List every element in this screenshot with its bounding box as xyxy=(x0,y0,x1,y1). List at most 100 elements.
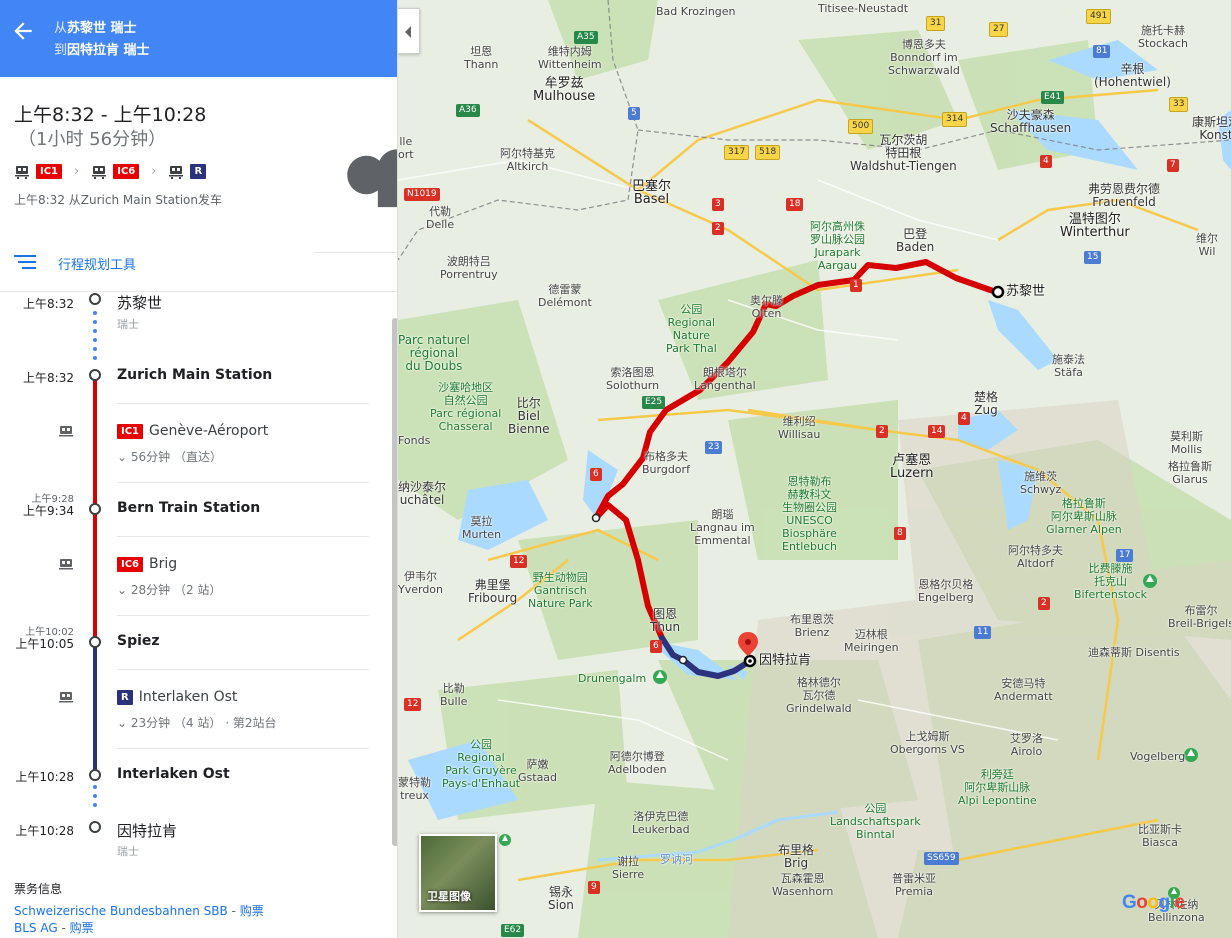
satellite-toggle[interactable]: 卫星图像 xyxy=(419,834,497,912)
walk-dots xyxy=(93,311,97,365)
map-place-label: 博恩多夫 Bonndorf im Schwarzwald xyxy=(888,38,960,77)
trip-time-range: 上午8:32 - 上午10:28 xyxy=(14,104,207,126)
leg-platform: · 第2站台 xyxy=(225,716,277,730)
map-place-label: 布雷尔 Breil-Brigels xyxy=(1168,604,1231,630)
print-icon[interactable] xyxy=(351,98,398,253)
agency-link[interactable]: Schweizerische Bundesbahnen SBB xyxy=(14,904,228,918)
road-shield: 31 xyxy=(926,16,946,31)
road-shield: 518 xyxy=(755,145,781,160)
map-park-label: 比费滕施 托克山 Bifertenstock xyxy=(1074,562,1148,601)
leg-badge: IC1 xyxy=(117,423,144,439)
origin-place: 苏黎世 瑞士 xyxy=(67,21,137,36)
walk-dots xyxy=(93,785,97,812)
map-place-label: 索洛图恩 Solothurn xyxy=(606,366,660,392)
train-icon xyxy=(59,559,73,570)
map-park-label: 公园 Landschaftspark Binntal xyxy=(830,802,921,841)
road-shield: 17 xyxy=(1116,549,1134,562)
road-shield: 317 xyxy=(724,145,750,160)
map-park-label: 恩特勒布 赫教科文 生物圈公园 UNESCO Biosphäre Entlebu… xyxy=(782,475,838,553)
origin-marker[interactable] xyxy=(991,285,1005,299)
map-place-label: 辛根 (Hohentwiel) xyxy=(1094,62,1171,89)
map-place-label: Titisee-Neustadt xyxy=(818,2,909,15)
road-shield: E41 xyxy=(1041,91,1065,104)
map-place-label: 巴塞尔 Basel xyxy=(632,179,672,207)
map-place-label: 莫拉 Murten xyxy=(462,515,502,541)
road-shield: 81 xyxy=(1093,45,1111,58)
maps-app: 从苏黎世 瑞士 到因特拉肯 瑞士 上午8:32 - 上午10:28 （1小时 5… xyxy=(0,0,1231,938)
chevron-right-icon: › xyxy=(74,164,80,179)
stop-name[interactable]: Bern Train Station xyxy=(117,500,260,516)
map-park-label: Parc naturel régional du Doubs xyxy=(398,333,470,373)
map-place-label: 图恩 Thun xyxy=(650,607,681,634)
road-shield: 314 xyxy=(942,112,968,127)
park-marker-icon[interactable] xyxy=(1184,748,1198,762)
map-place-label: 阿德尔博登 Adelboden xyxy=(608,750,667,776)
stop-dot xyxy=(89,293,101,305)
road-shield: 4 xyxy=(958,412,970,425)
to-prefix: 到 xyxy=(54,43,68,58)
map-place-label: 瓦尔茨胡 特田根 Waldshut-Tiengen xyxy=(850,133,957,173)
map-place-label: 朗根塔尔 Langenthal xyxy=(694,366,756,392)
road-shield: 12 xyxy=(404,698,422,711)
satellite-label: 卫星图像 xyxy=(427,890,471,903)
spiez-marker[interactable] xyxy=(678,655,688,665)
leg-details-toggle[interactable]: ⌄ 56分钟 （直达） xyxy=(117,448,222,465)
leg-destination: Interlaken Ost xyxy=(138,689,238,705)
destination-dot xyxy=(89,821,101,833)
train-icon xyxy=(92,165,107,179)
stop-name[interactable]: Interlaken Ost xyxy=(117,766,230,782)
bern-marker[interactable] xyxy=(591,513,601,523)
map-place-label: 施维茨 Schwyz xyxy=(1020,470,1062,496)
ticket-row: BLS AG - 购票 xyxy=(14,920,264,937)
map-place-label: 洛伊克巴德 Leukerbad xyxy=(632,810,690,836)
road-shield: 4 xyxy=(1040,155,1052,168)
map-origin-label[interactable]: 苏黎世 xyxy=(1006,285,1045,298)
map-place-label: 纳沙泰尔 uchâtel xyxy=(398,480,447,507)
road-shield: 12 xyxy=(510,555,528,568)
collapse-panel-button[interactable] xyxy=(398,8,420,54)
agency-link[interactable]: BLS AG xyxy=(14,921,58,935)
origin-line[interactable]: 从苏黎世 瑞士 xyxy=(54,17,137,36)
train-icon xyxy=(15,165,29,179)
park-marker-icon[interactable] xyxy=(499,834,511,846)
map-place-label: 瓦森霍恩 Wasenhorn xyxy=(772,872,834,898)
map-place-label: 牟罗兹 Mulhouse xyxy=(533,76,596,104)
stop-country: 瑞士 xyxy=(117,845,139,858)
road-shield: A36 xyxy=(456,104,480,117)
map-canvas[interactable]: Titisee-Neustadt Bad Krozingen 维特内姆 Witt… xyxy=(398,0,1231,938)
road-shield: 500 xyxy=(848,119,874,134)
back-arrow-icon[interactable] xyxy=(10,18,36,44)
road-shield: E62 xyxy=(501,924,525,937)
map-base xyxy=(398,0,1231,938)
road-shield: 2 xyxy=(876,425,888,438)
park-marker-icon[interactable] xyxy=(653,670,667,684)
road-shield: 6 xyxy=(590,468,602,481)
road-shield: SS659 xyxy=(924,852,959,865)
map-place-label: Fonds xyxy=(398,434,431,447)
map-place-label: 迪森蒂斯 Disentis xyxy=(1088,646,1180,659)
stop-name[interactable]: 苏黎世 xyxy=(117,292,162,313)
leg-details-toggle[interactable]: ⌄ 23分钟 （4 站） · 第2站台 xyxy=(117,714,277,731)
train-icon xyxy=(59,426,73,437)
road-shield: 2 xyxy=(1038,597,1050,610)
map-destination-label[interactable]: 因特拉肯 xyxy=(759,654,811,667)
ticket-row: Schweizerische Bundesbahnen SBB - 购票 xyxy=(14,903,264,920)
map-place-label: 伊韦尔 Yverdon xyxy=(398,570,444,596)
leg-details-toggle[interactable]: ⌄ 28分钟 （2 站） xyxy=(117,581,221,598)
separator: - xyxy=(227,904,240,918)
buy-ticket-link[interactable]: 购票 xyxy=(240,904,264,918)
map-place-label: 蒙特勒 treux xyxy=(398,776,431,802)
destination-marker-center xyxy=(748,659,752,663)
chevron-down-icon: ⌄ xyxy=(117,583,131,597)
ticket-info: 票务信息 Schweizerische Bundesbahnen SBB - 购… xyxy=(14,880,264,937)
road-shield: 491 xyxy=(1086,9,1112,24)
buy-ticket-link[interactable]: 购票 xyxy=(70,921,94,935)
stop-name[interactable]: Zurich Main Station xyxy=(117,367,272,383)
road-shield: 8 xyxy=(894,527,906,540)
trip-planner-button[interactable]: 行程规划工具 xyxy=(0,232,397,292)
leg-line-info: IC6 Brig xyxy=(117,556,177,572)
train-icon xyxy=(169,165,184,179)
destination-line[interactable]: 到因特拉肯 瑞士 xyxy=(54,39,150,58)
stop-name[interactable]: 因特拉肯 xyxy=(117,820,177,841)
stop-name[interactable]: Spiez xyxy=(117,633,160,649)
